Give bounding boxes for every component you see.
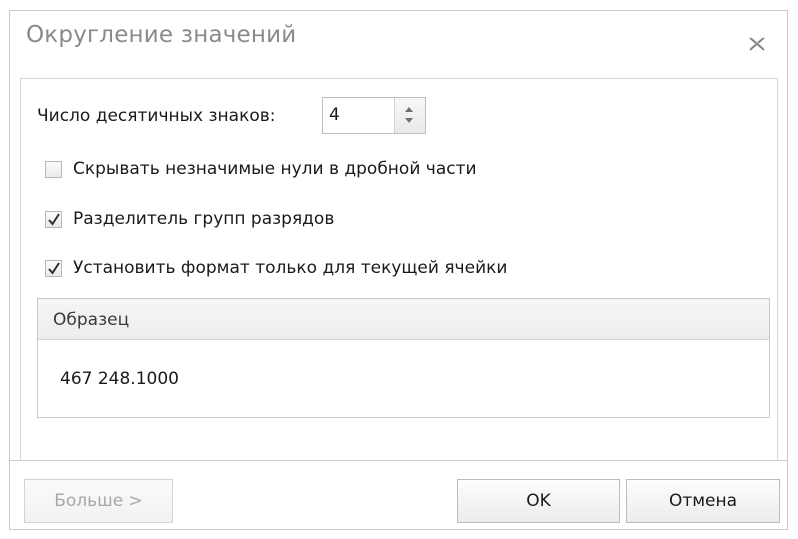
spinner-buttons[interactable]	[394, 98, 425, 133]
sample-group-title: Образец	[53, 310, 130, 330]
dialog-title: Округление значений	[26, 22, 297, 48]
more-button[interactable]: Больше >	[24, 479, 173, 523]
decimal-places-input[interactable]: 4	[329, 105, 340, 125]
close-icon	[749, 37, 765, 51]
current-cell-only-label[interactable]: Установить формат только для текущей яче…	[73, 258, 507, 278]
checkmark-icon	[48, 262, 60, 275]
sample-group-header: Образец	[38, 299, 769, 340]
spin-down-icon[interactable]	[405, 118, 413, 123]
decimal-places-spinner[interactable]: 4	[322, 97, 426, 134]
sample-group: Образец 467 248.1000	[37, 298, 770, 418]
sample-value: 467 248.1000	[60, 369, 179, 389]
group-separator-label[interactable]: Разделитель групп разрядов	[73, 209, 334, 229]
cancel-button[interactable]: Отмена	[626, 479, 780, 523]
close-button[interactable]	[748, 36, 766, 52]
spin-up-icon[interactable]	[405, 107, 413, 112]
hide-zeros-checkbox[interactable]	[45, 161, 62, 178]
checkmark-icon	[48, 213, 60, 226]
ok-button[interactable]: OK	[457, 479, 620, 523]
current-cell-only-checkbox[interactable]	[45, 260, 62, 277]
hide-zeros-label[interactable]: Скрывать незначимые нули в дробной части	[73, 159, 477, 179]
group-separator-checkbox[interactable]	[45, 211, 62, 228]
decimal-places-label: Число десятичных знаков:	[37, 106, 276, 126]
footer-divider	[10, 460, 787, 461]
